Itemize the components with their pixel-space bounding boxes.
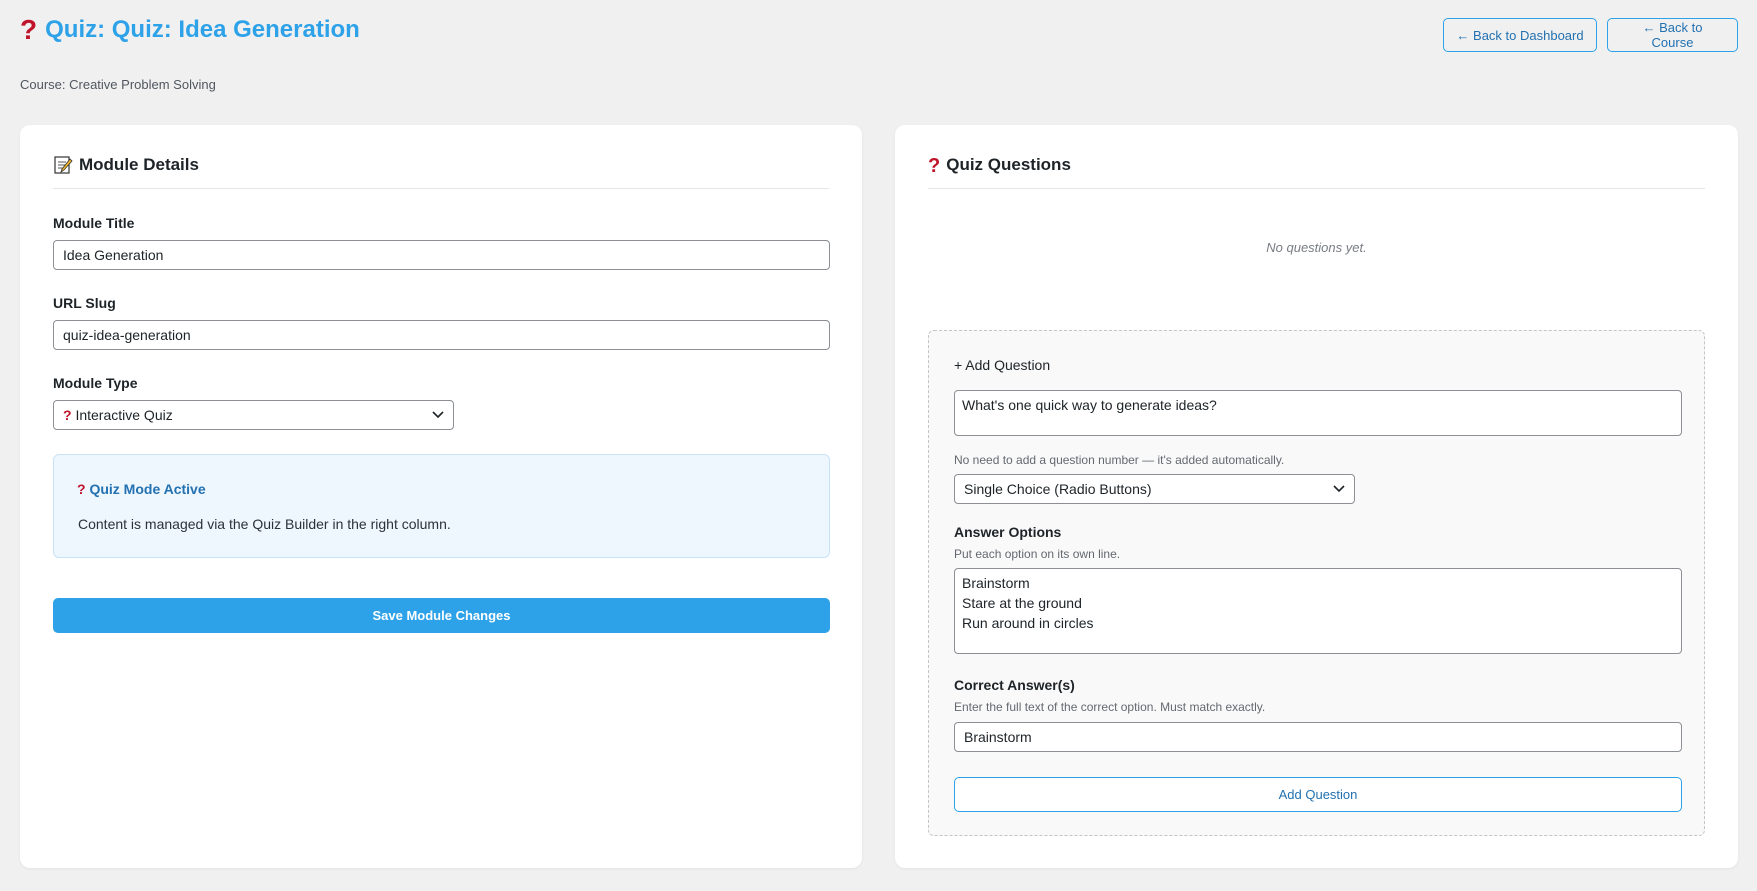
module-details-card: Module Details Module Title Idea Generat…	[20, 125, 862, 868]
question-mark-icon: ?	[77, 481, 86, 497]
correct-answer-label: Correct Answer(s)	[954, 677, 1075, 693]
back-to-course-button[interactable]: ← Back to Course	[1607, 18, 1738, 52]
add-question-heading: + Add Question	[954, 357, 1051, 373]
empty-questions-message: No questions yet.	[1266, 240, 1367, 255]
question-mark-icon: ?	[20, 14, 38, 45]
save-module-button[interactable]: Save Module Changes	[53, 598, 830, 633]
quiz-questions-title: Quiz Questions	[946, 155, 1071, 174]
notice-title-text: Quiz Mode Active	[89, 481, 206, 497]
notice-title: ? Quiz Mode Active	[77, 481, 206, 497]
quiz-questions-heading: ? Quiz Questions	[928, 155, 1705, 189]
question-mark-icon: ?	[63, 407, 72, 423]
memo-icon	[53, 155, 73, 180]
quiz-questions-card: ? Quiz Questions No questions yet. + Add…	[895, 125, 1738, 868]
course-name: Course: Creative Problem Solving	[20, 77, 216, 92]
module-type-value-wrap: ? Interactive Quiz	[63, 401, 173, 429]
question-type-select[interactable]: Single Choice (Radio Buttons)	[954, 474, 1355, 504]
correct-answer-input[interactable]: Brainstorm	[954, 722, 1682, 752]
url-slug-input[interactable]: quiz-idea-generation	[53, 320, 830, 350]
question-mark-icon: ?	[928, 155, 941, 177]
chevron-down-icon	[432, 401, 444, 429]
quiz-mode-notice: ? Quiz Mode Active Content is managed vi…	[53, 454, 830, 558]
module-details-heading: Module Details	[53, 155, 829, 189]
add-question-button[interactable]: Add Question	[954, 777, 1682, 812]
module-type-select[interactable]: ? Interactive Quiz	[53, 400, 454, 430]
page-title: ? Quiz: Quiz: Idea Generation	[20, 14, 360, 46]
chevron-down-icon	[1333, 475, 1345, 503]
module-details-title: Module Details	[79, 155, 199, 174]
module-title-label: Module Title	[53, 215, 135, 231]
answer-options-label: Answer Options	[954, 524, 1062, 540]
question-text-input[interactable]: What's one quick way to generate ideas?	[954, 390, 1682, 436]
module-title-input[interactable]: Idea Generation	[53, 240, 830, 270]
question-hint: No need to add a question number — it's …	[954, 453, 1285, 467]
question-type-value: Single Choice (Radio Buttons)	[964, 481, 1152, 497]
answer-options-hint: Put each option on its own line.	[954, 547, 1121, 561]
add-question-form: + Add Question What's one quick way to g…	[928, 330, 1705, 836]
module-type-label: Module Type	[53, 375, 138, 391]
correct-answer-hint: Enter the full text of the correct optio…	[954, 700, 1266, 714]
page-title-text: Quiz: Quiz: Idea Generation	[45, 16, 360, 43]
answer-options-input[interactable]: Brainstorm Stare at the ground Run aroun…	[954, 568, 1682, 654]
back-to-dashboard-button[interactable]: ← Back to Dashboard	[1443, 18, 1597, 52]
notice-text: Content is managed via the Quiz Builder …	[78, 516, 451, 532]
module-type-value: Interactive Quiz	[75, 407, 173, 423]
url-slug-label: URL Slug	[53, 295, 116, 311]
